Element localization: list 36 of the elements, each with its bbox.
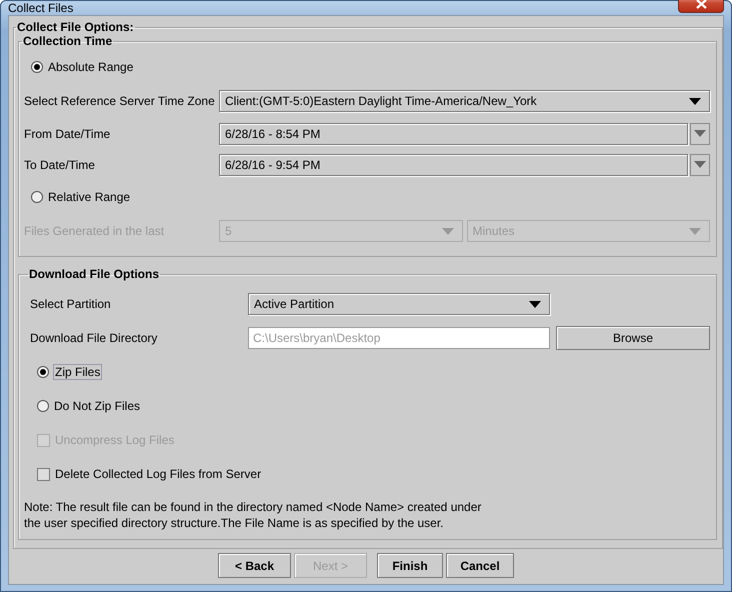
dropdown-arrow-icon [689, 228, 701, 234]
from-date-field[interactable]: 6/28/16 - 8:54 PM [219, 122, 688, 144]
field-label: Download File Directory [30, 331, 158, 345]
window-title: Collect Files [8, 1, 74, 15]
dropdown-value: Active Partition [254, 297, 334, 311]
field-label: From Date/Time [24, 126, 112, 140]
field-label: Select Partition [30, 297, 112, 311]
dropdown-value: Client:(GMT-5:0)Eastern Daylight Time-America/New_York [225, 94, 537, 108]
radio-button[interactable]: Zip Files [34, 364, 104, 380]
dropdown-arrow-icon [694, 161, 706, 168]
radio-button[interactable]: Relative Range [28, 189, 134, 205]
radio-button[interactable]: Do Not Zip Files [34, 398, 144, 414]
checkbox[interactable]: Delete Collected Log Files from Server [34, 466, 264, 482]
group-title: Collection Time [22, 34, 114, 48]
dropdown-button[interactable] [690, 122, 710, 144]
dialog-button[interactable]: Finish [377, 553, 443, 578]
browse-button[interactable]: Browse [556, 326, 710, 350]
dialog-button[interactable]: Cancel [446, 553, 514, 578]
close-icon [696, 0, 706, 8]
time-zone-dropdown[interactable]: Client:(GMT-5:0)Eastern Daylight Time-America/New_York [219, 90, 710, 112]
radio-button[interactable]: Absolute Range [28, 59, 136, 75]
dropdown-arrow-icon [442, 228, 454, 234]
to-date-field[interactable]: 6/28/16 - 9:54 PM [219, 154, 688, 176]
dropdown-arrow-icon [689, 98, 701, 104]
field-label: To Date/Time [24, 158, 96, 172]
dropdown-button[interactable] [690, 154, 710, 176]
field-value: 6/28/16 - 8:54 PM [225, 126, 320, 140]
note-text: Note: The result file can be found in the directory named <Node Name> created under the user specified directory structure.The File Name is as specified by the user. [24, 499, 482, 531]
field-label: Select Reference Server Time Zone [24, 94, 216, 108]
group-title: Collect File Options: [16, 20, 135, 34]
partition-dropdown[interactable]: Active Partition [248, 293, 550, 315]
dropdown-arrow-icon [694, 130, 706, 137]
field-value: 6/28/16 - 9:54 PM [225, 158, 320, 172]
dialog-button[interactable]: < Back [218, 553, 291, 578]
dropdown-arrow-icon [529, 300, 541, 308]
group-title: Download File Options [28, 267, 160, 281]
